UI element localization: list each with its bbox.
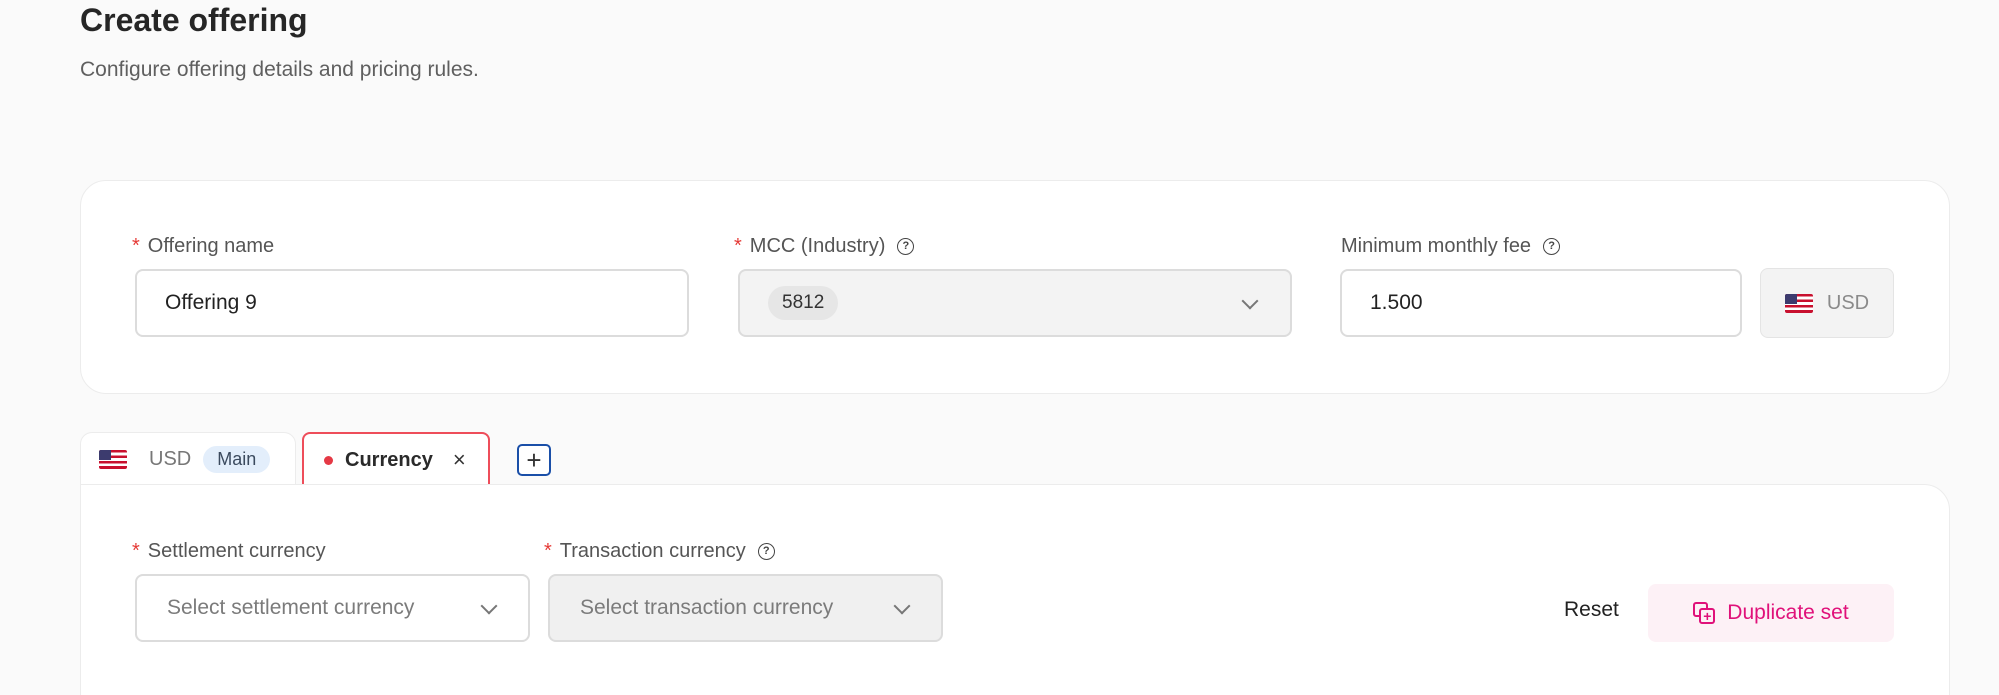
mcc-select[interactable]: 5812 bbox=[738, 269, 1292, 337]
settlement-currency-label-text: Settlement currency bbox=[147, 540, 326, 562]
create-offering-page: Create offering Configure offering detai… bbox=[0, 0, 1999, 695]
transaction-currency-label: * Transaction currency ? bbox=[544, 539, 775, 563]
us-flag-icon bbox=[99, 450, 127, 469]
mcc-chip: 5812 bbox=[768, 286, 839, 320]
tab-usd-label: USD bbox=[149, 448, 192, 470]
question-circle-icon[interactable]: ? bbox=[897, 237, 915, 255]
tab-currency[interactable]: Currency × bbox=[302, 432, 490, 486]
required-marker: * bbox=[544, 540, 552, 562]
settlement-currency-placeholder: Select settlement currency bbox=[167, 596, 415, 619]
settlement-currency-select[interactable]: Select settlement currency bbox=[135, 574, 530, 642]
offering-name-label-text: Offering name bbox=[147, 235, 275, 257]
min-fee-value: 1.500 bbox=[1370, 291, 1423, 314]
min-fee-currency-code: USD bbox=[1826, 291, 1870, 314]
min-fee-label-text: Minimum monthly fee bbox=[1341, 235, 1532, 257]
reset-button[interactable]: Reset bbox=[1564, 598, 1619, 622]
offering-name-value: Offering 9 bbox=[165, 291, 257, 314]
mcc-label: * MCC (Industry) ? bbox=[734, 234, 915, 258]
tab-currency-label: Currency bbox=[345, 448, 433, 471]
duplicate-set-label: Duplicate set bbox=[1727, 601, 1849, 624]
transaction-currency-label-text: Transaction currency bbox=[559, 540, 746, 562]
min-fee-input[interactable]: 1.500 bbox=[1340, 269, 1742, 337]
error-dot-icon bbox=[324, 455, 333, 465]
plus-icon[interactable]: + bbox=[517, 444, 551, 476]
page-subtitle: Configure offering details and pricing r… bbox=[80, 58, 479, 81]
tab-usd-main[interactable]: USD Main bbox=[80, 432, 296, 486]
chevron-down-icon bbox=[1241, 292, 1259, 310]
transaction-currency-select[interactable]: Select transaction currency bbox=[548, 574, 943, 642]
duplicate-set-button[interactable]: + Duplicate set bbox=[1648, 584, 1894, 642]
offering-name-input[interactable]: Offering 9 bbox=[135, 269, 689, 337]
settlement-currency-label: * Settlement currency bbox=[132, 539, 326, 563]
offering-name-label: * Offering name bbox=[132, 234, 274, 258]
min-fee-currency: USD bbox=[1760, 268, 1894, 338]
question-circle-icon[interactable]: ? bbox=[1543, 237, 1561, 255]
page-title: Create offering bbox=[80, 2, 308, 38]
duplicate-icon: + bbox=[1693, 602, 1716, 624]
transaction-currency-placeholder: Select transaction currency bbox=[580, 596, 834, 619]
us-flag-icon bbox=[1784, 293, 1813, 313]
close-icon[interactable]: × bbox=[453, 447, 466, 473]
required-marker: * bbox=[132, 540, 140, 562]
required-marker: * bbox=[734, 235, 742, 257]
required-marker: * bbox=[132, 235, 140, 257]
main-badge: Main bbox=[203, 446, 271, 473]
min-fee-label: Minimum monthly fee ? bbox=[1341, 234, 1561, 258]
question-circle-icon[interactable]: ? bbox=[757, 542, 775, 560]
mcc-label-text: MCC (Industry) bbox=[749, 235, 886, 257]
